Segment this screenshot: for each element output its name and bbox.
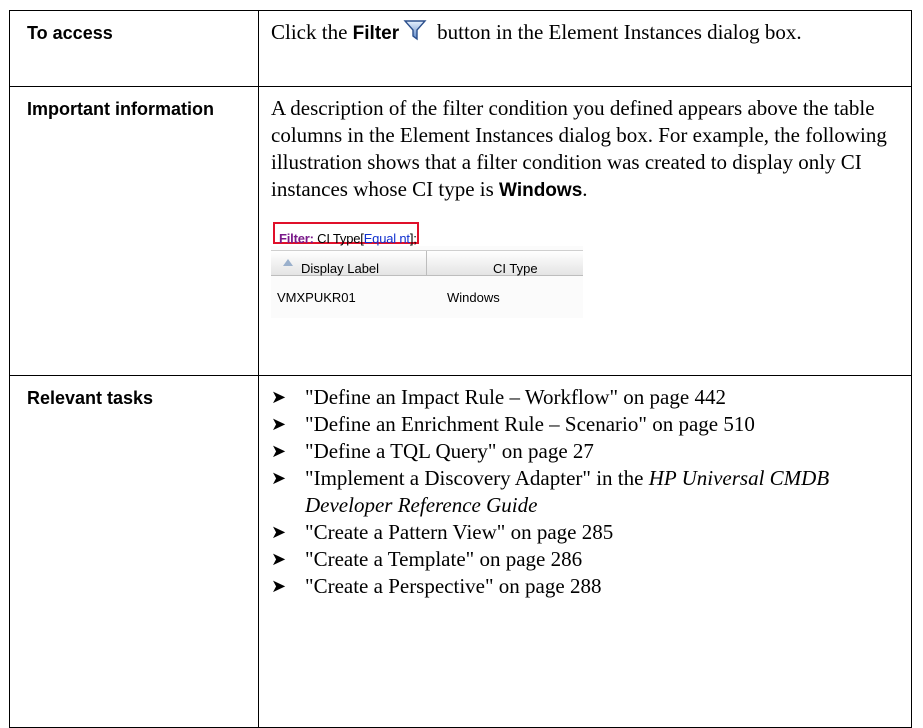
tasks-body: ➤ "Define an Impact Rule – Workflow" on p… xyxy=(258,375,912,728)
tasks-list: ➤ "Define an Impact Rule – Workflow" on p… xyxy=(271,384,901,600)
ci-type-column[interactable]: CI Type xyxy=(427,251,583,276)
access-body: Click the Filter button in the Element In… xyxy=(258,10,912,87)
bullet-arrow-icon: ➤ xyxy=(271,414,287,435)
filter-funnel-icon xyxy=(403,19,427,48)
bullet-arrow-icon: ➤ xyxy=(271,576,287,597)
access-row: To access Click the Filter button in the … xyxy=(9,10,912,87)
task-link[interactable]: ➤ "Create a Perspective" on page 288 xyxy=(271,573,901,600)
reference-table: To access Click the Filter button in the … xyxy=(9,10,912,728)
display-label-column[interactable]: Display Label xyxy=(271,251,427,276)
tasks-row: Relevant tasks ➤ "Define an Impact Rule –… xyxy=(9,375,912,728)
filter-illustration: Filter: CI Type[Equal nt]; Display Label… xyxy=(271,220,583,318)
windows-bold: Windows xyxy=(499,180,583,201)
table-cell-label: VMXPUKR01 xyxy=(277,290,356,305)
bullet-arrow-icon: ➤ xyxy=(271,468,287,489)
task-link[interactable]: ➤ "Define an Impact Rule – Workflow" on p… xyxy=(271,384,901,411)
table-column-header: Display Label CI Type xyxy=(271,250,583,276)
task-link[interactable]: ➤ "Define a TQL Query" on page 27 xyxy=(271,438,901,465)
access-header: To access xyxy=(9,10,259,87)
important-row: Important information A description of t… xyxy=(9,86,912,376)
task-link[interactable]: ➤ "Implement a Discovery Adapter" in the … xyxy=(271,465,901,519)
task-link[interactable]: ➤ "Define an Enrichment Rule – Scenario" … xyxy=(271,411,901,438)
important-header: Important information xyxy=(9,86,259,376)
bullet-arrow-icon: ➤ xyxy=(271,441,287,462)
important-body: A description of the filter condition yo… xyxy=(258,86,912,376)
task-link[interactable]: ➤ "Create a Template" on page 286 xyxy=(271,546,901,573)
tasks-header: Relevant tasks xyxy=(9,375,259,728)
bullet-arrow-icon: ➤ xyxy=(271,387,287,408)
bullet-arrow-icon: ➤ xyxy=(271,549,287,570)
filter-label: Filter xyxy=(352,23,400,44)
table-cell-type: Windows xyxy=(447,290,500,305)
filter-bar: Filter: CI Type[Equal nt]; xyxy=(271,220,583,246)
task-link[interactable]: ➤ "Create a Pattern View" on page 285 xyxy=(271,519,901,546)
bullet-arrow-icon: ➤ xyxy=(271,522,287,543)
important-paragraph: A description of the filter condition yo… xyxy=(271,96,887,201)
sort-ascending-icon xyxy=(283,259,293,266)
filter-condition-text: Filter: CI Type[Equal nt]; xyxy=(279,231,417,246)
